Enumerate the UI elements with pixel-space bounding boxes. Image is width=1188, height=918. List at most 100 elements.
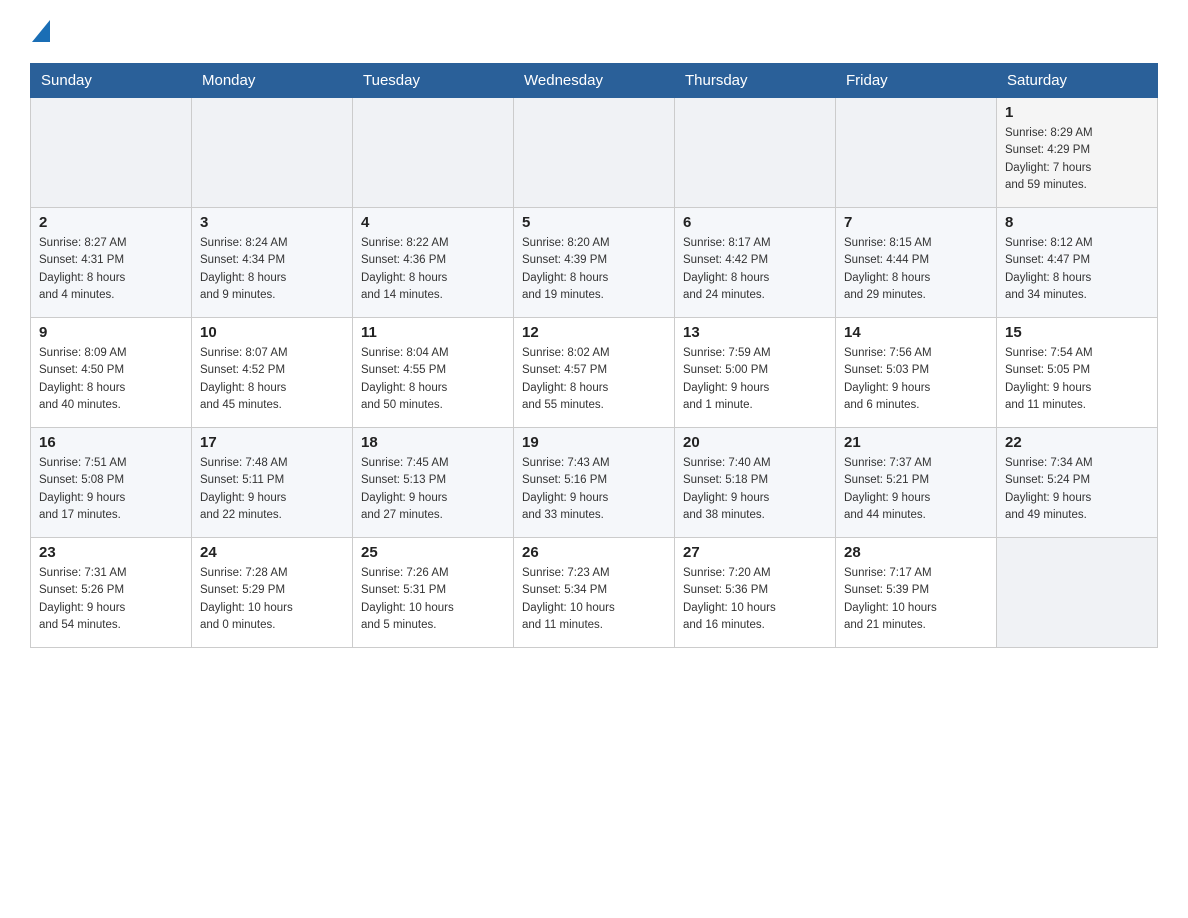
day-number: 22 (1005, 434, 1149, 451)
day-info: Sunrise: 8:09 AM Sunset: 4:50 PM Dayligh… (39, 345, 183, 414)
week-row-4: 16 Sunrise: 7:51 AM Sunset: 5:08 PM Dayli… (31, 428, 1158, 538)
day-number: 11 (361, 324, 505, 341)
calendar-cell: 18 Sunrise: 7:45 AM Sunset: 5:13 PM Dayli… (353, 428, 514, 538)
day-info: Sunrise: 7:54 AM Sunset: 5:05 PM Dayligh… (1005, 345, 1149, 414)
col-header-thursday: Thursday (675, 64, 836, 98)
calendar-cell: 8 Sunrise: 8:12 AM Sunset: 4:47 PM Daylig… (997, 208, 1158, 318)
week-row-5: 23 Sunrise: 7:31 AM Sunset: 5:26 PM Dayli… (31, 538, 1158, 648)
week-row-2: 2 Sunrise: 8:27 AM Sunset: 4:31 PM Daylig… (31, 208, 1158, 318)
calendar-cell: 14 Sunrise: 7:56 AM Sunset: 5:03 PM Dayli… (836, 318, 997, 428)
day-info: Sunrise: 7:48 AM Sunset: 5:11 PM Dayligh… (200, 455, 344, 524)
day-number: 27 (683, 544, 827, 561)
day-number: 12 (522, 324, 666, 341)
calendar-cell: 5 Sunrise: 8:20 AM Sunset: 4:39 PM Daylig… (514, 208, 675, 318)
day-number: 24 (200, 544, 344, 561)
day-number: 9 (39, 324, 183, 341)
calendar-cell: 23 Sunrise: 7:31 AM Sunset: 5:26 PM Dayli… (31, 538, 192, 648)
calendar-cell: 1 Sunrise: 8:29 AM Sunset: 4:29 PM Daylig… (997, 98, 1158, 208)
day-number: 28 (844, 544, 988, 561)
day-info: Sunrise: 8:24 AM Sunset: 4:34 PM Dayligh… (200, 235, 344, 304)
day-number: 25 (361, 544, 505, 561)
day-number: 15 (1005, 324, 1149, 341)
calendar-cell: 9 Sunrise: 8:09 AM Sunset: 4:50 PM Daylig… (31, 318, 192, 428)
day-info: Sunrise: 7:20 AM Sunset: 5:36 PM Dayligh… (683, 565, 827, 634)
col-header-tuesday: Tuesday (353, 64, 514, 98)
day-number: 4 (361, 214, 505, 231)
day-number: 10 (200, 324, 344, 341)
day-number: 1 (1005, 104, 1149, 121)
day-number: 16 (39, 434, 183, 451)
calendar-cell (997, 538, 1158, 648)
day-info: Sunrise: 7:45 AM Sunset: 5:13 PM Dayligh… (361, 455, 505, 524)
calendar-cell: 22 Sunrise: 7:34 AM Sunset: 5:24 PM Dayli… (997, 428, 1158, 538)
day-info: Sunrise: 7:17 AM Sunset: 5:39 PM Dayligh… (844, 565, 988, 634)
day-number: 8 (1005, 214, 1149, 231)
calendar-cell: 7 Sunrise: 8:15 AM Sunset: 4:44 PM Daylig… (836, 208, 997, 318)
calendar-cell: 20 Sunrise: 7:40 AM Sunset: 5:18 PM Dayli… (675, 428, 836, 538)
day-info: Sunrise: 7:51 AM Sunset: 5:08 PM Dayligh… (39, 455, 183, 524)
calendar-cell: 24Sunrise: 7:28 AM Sunset: 5:29 PM Dayli… (192, 538, 353, 648)
calendar-cell: 17 Sunrise: 7:48 AM Sunset: 5:11 PM Dayli… (192, 428, 353, 538)
day-number: 5 (522, 214, 666, 231)
calendar-cell: 28 Sunrise: 7:17 AM Sunset: 5:39 PM Dayli… (836, 538, 997, 648)
day-number: 20 (683, 434, 827, 451)
day-info: Sunrise: 7:37 AM Sunset: 5:21 PM Dayligh… (844, 455, 988, 524)
logo (30, 20, 50, 47)
day-number: 18 (361, 434, 505, 451)
calendar-cell: 15 Sunrise: 7:54 AM Sunset: 5:05 PM Dayli… (997, 318, 1158, 428)
day-info: Sunrise: 7:34 AM Sunset: 5:24 PM Dayligh… (1005, 455, 1149, 524)
calendar-cell: 6 Sunrise: 8:17 AM Sunset: 4:42 PM Daylig… (675, 208, 836, 318)
calendar-cell: 19 Sunrise: 7:43 AM Sunset: 5:16 PM Dayli… (514, 428, 675, 538)
calendar-cell: 13 Sunrise: 7:59 AM Sunset: 5:00 PM Dayli… (675, 318, 836, 428)
calendar-cell (353, 98, 514, 208)
day-number: 17 (200, 434, 344, 451)
calendar-cell: 4 Sunrise: 8:22 AM Sunset: 4:36 PM Daylig… (353, 208, 514, 318)
calendar-cell: 11 Sunrise: 8:04 AM Sunset: 4:55 PM Dayli… (353, 318, 514, 428)
day-number: 6 (683, 214, 827, 231)
day-number: 3 (200, 214, 344, 231)
calendar-cell: 21 Sunrise: 7:37 AM Sunset: 5:21 PM Dayli… (836, 428, 997, 538)
calendar-cell (192, 98, 353, 208)
day-number: 2 (39, 214, 183, 231)
day-number: 13 (683, 324, 827, 341)
calendar-cell: 16 Sunrise: 7:51 AM Sunset: 5:08 PM Dayli… (31, 428, 192, 538)
day-number: 19 (522, 434, 666, 451)
calendar-cell: 27 Sunrise: 7:20 AM Sunset: 5:36 PM Dayli… (675, 538, 836, 648)
day-info: Sunrise: 8:27 AM Sunset: 4:31 PM Dayligh… (39, 235, 183, 304)
calendar-table: SundayMondayTuesdayWednesdayThursdayFrid… (30, 63, 1158, 648)
calendar-cell (31, 98, 192, 208)
day-info: Sunrise: 7:59 AM Sunset: 5:00 PM Dayligh… (683, 345, 827, 414)
day-info: Sunrise: 7:43 AM Sunset: 5:16 PM Dayligh… (522, 455, 666, 524)
page-header (30, 20, 1158, 47)
day-info: Sunrise: 8:07 AM Sunset: 4:52 PM Dayligh… (200, 345, 344, 414)
calendar-cell: 10 Sunrise: 8:07 AM Sunset: 4:52 PM Dayli… (192, 318, 353, 428)
day-info: Sunrise: 8:12 AM Sunset: 4:47 PM Dayligh… (1005, 235, 1149, 304)
day-number: 23 (39, 544, 183, 561)
day-info: Sunrise: 8:22 AM Sunset: 4:36 PM Dayligh… (361, 235, 505, 304)
calendar-cell: 2 Sunrise: 8:27 AM Sunset: 4:31 PM Daylig… (31, 208, 192, 318)
col-header-friday: Friday (836, 64, 997, 98)
calendar-cell: 3 Sunrise: 8:24 AM Sunset: 4:34 PM Daylig… (192, 208, 353, 318)
col-header-saturday: Saturday (997, 64, 1158, 98)
calendar-cell: 12Sunrise: 8:02 AM Sunset: 4:57 PM Dayli… (514, 318, 675, 428)
day-info: Sunrise: 7:40 AM Sunset: 5:18 PM Dayligh… (683, 455, 827, 524)
day-info: Sunrise: 8:15 AM Sunset: 4:44 PM Dayligh… (844, 235, 988, 304)
day-info: Sunrise: 7:23 AM Sunset: 5:34 PM Dayligh… (522, 565, 666, 634)
day-number: 21 (844, 434, 988, 451)
col-header-sunday: Sunday (31, 64, 192, 98)
col-header-monday: Monday (192, 64, 353, 98)
day-info: Sunrise: 8:29 AM Sunset: 4:29 PM Dayligh… (1005, 125, 1149, 194)
day-info: Sunrise: 8:04 AM Sunset: 4:55 PM Dayligh… (361, 345, 505, 414)
day-number: 26 (522, 544, 666, 561)
day-info: Sunrise: 7:26 AM Sunset: 5:31 PM Dayligh… (361, 565, 505, 634)
day-info: Sunrise: 7:31 AM Sunset: 5:26 PM Dayligh… (39, 565, 183, 634)
logo-triangle-icon (32, 20, 50, 42)
day-number: 7 (844, 214, 988, 231)
day-number: 14 (844, 324, 988, 341)
day-info: Sunrise: 7:56 AM Sunset: 5:03 PM Dayligh… (844, 345, 988, 414)
day-info: Sunrise: 8:20 AM Sunset: 4:39 PM Dayligh… (522, 235, 666, 304)
day-info: Sunrise: 8:17 AM Sunset: 4:42 PM Dayligh… (683, 235, 827, 304)
week-row-1: 1 Sunrise: 8:29 AM Sunset: 4:29 PM Daylig… (31, 98, 1158, 208)
week-row-3: 9 Sunrise: 8:09 AM Sunset: 4:50 PM Daylig… (31, 318, 1158, 428)
calendar-cell (675, 98, 836, 208)
